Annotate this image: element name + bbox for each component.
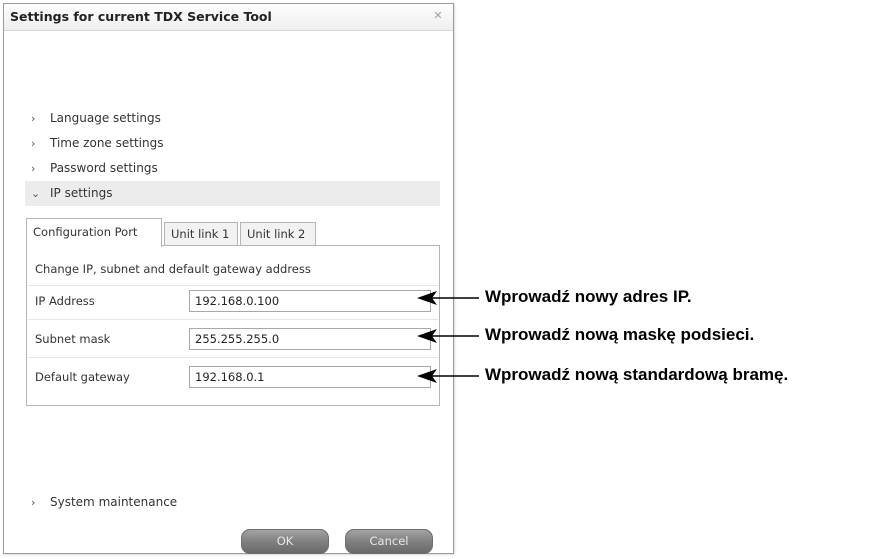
divider <box>28 357 438 358</box>
section-label: IP settings <box>50 186 113 200</box>
section-language-settings[interactable]: › Language settings <box>25 106 440 131</box>
section-time-zone-settings[interactable]: › Time zone settings <box>25 131 440 156</box>
cancel-button[interactable]: Cancel <box>345 529 433 554</box>
chevron-right-icon: › <box>31 162 36 175</box>
configuration-port-panel: Change IP, subnet and default gateway ad… <box>26 245 440 406</box>
close-icon[interactable]: ✕ <box>431 9 445 23</box>
chevron-down-icon: ⌄ <box>31 187 41 200</box>
title-bar[interactable]: Settings for current TDX Service Tool ✕ <box>4 4 453 31</box>
chevron-right-icon: › <box>31 496 36 509</box>
tab-unit-link-2[interactable]: Unit link 2 <box>240 222 316 246</box>
tab-unit-link-1[interactable]: Unit link 1 <box>164 222 238 246</box>
default-gateway-label: Default gateway <box>35 370 130 384</box>
subnet-mask-label: Subnet mask <box>35 332 111 346</box>
section-label: Language settings <box>50 111 161 125</box>
settings-dialog: Settings for current TDX Service Tool ✕ … <box>3 3 454 554</box>
chevron-right-icon: › <box>31 112 36 125</box>
section-password-settings[interactable]: › Password settings <box>25 156 440 181</box>
divider <box>28 285 438 286</box>
annotation-default-gateway: Wprowadź nową standardową bramę. <box>485 365 789 384</box>
section-system-maintenance[interactable]: › System maintenance <box>25 490 440 515</box>
annotation-ip-address: Wprowadź nowy adres IP. <box>485 287 692 306</box>
subnet-mask-input[interactable] <box>189 328 431 350</box>
tab-configuration-port[interactable]: Configuration Port <box>26 218 162 247</box>
ok-button[interactable]: OK <box>241 529 329 554</box>
ip-address-label: IP Address <box>35 294 95 308</box>
panel-heading: Change IP, subnet and default gateway ad… <box>35 262 311 276</box>
ip-address-input[interactable] <box>189 290 431 312</box>
annotation-subnet-mask: Wprowadź nową maskę podsieci. <box>485 325 755 344</box>
section-label: System maintenance <box>50 495 178 509</box>
section-label: Time zone settings <box>50 136 164 150</box>
divider <box>28 319 438 320</box>
dialog-title: Settings for current TDX Service Tool <box>10 9 272 24</box>
chevron-right-icon: › <box>31 137 36 150</box>
section-label: Password settings <box>50 161 158 175</box>
section-ip-settings[interactable]: ⌄ IP settings <box>25 181 440 206</box>
default-gateway-input[interactable] <box>189 366 431 388</box>
